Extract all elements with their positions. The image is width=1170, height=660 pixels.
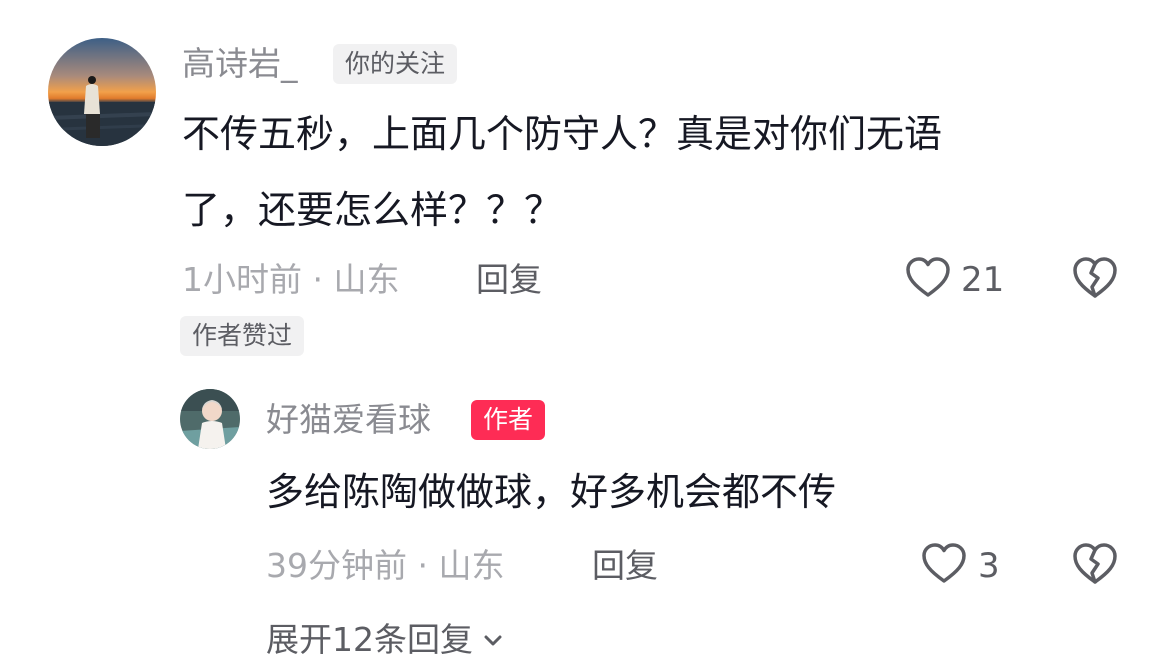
avatar-girl-image xyxy=(180,389,240,449)
heart-outline-icon xyxy=(906,257,950,297)
reply-reply-button[interactable]: 回复 xyxy=(592,546,658,586)
avatar[interactable] xyxy=(48,38,156,146)
comment-username[interactable]: 高诗岩_ xyxy=(182,44,298,84)
comment-text-line-2: 了，还要怎么样？？？ xyxy=(182,188,563,232)
reply-button[interactable]: 回复 xyxy=(476,260,542,300)
reply-dislike-button[interactable] xyxy=(1070,540,1120,588)
avatar-sunset-image xyxy=(48,38,156,146)
author-liked-badge: 作者赞过 xyxy=(180,316,305,356)
reply-text: 多给陈陶做做球，好多机会都不传 xyxy=(266,470,837,514)
reply-like-button[interactable] xyxy=(920,540,968,588)
author-tag: 作者 xyxy=(471,400,546,440)
like-count: 21 xyxy=(961,260,1005,300)
comment-text-line-1: 不传五秒，上面几个防守人？真是对你们无语 xyxy=(182,112,943,156)
like-button[interactable] xyxy=(904,254,952,302)
broken-heart-icon xyxy=(1073,543,1117,584)
reply-meta: 39分钟前 · 山东 xyxy=(266,546,505,585)
heart-outline-icon xyxy=(922,543,966,583)
reply-avatar[interactable] xyxy=(180,389,240,449)
following-tag: 你的关注 xyxy=(333,44,458,84)
chevron-down-icon xyxy=(484,635,502,646)
reply-like-count: 3 xyxy=(978,546,1000,586)
reply-username[interactable]: 好猫爱看球 xyxy=(266,400,431,440)
comment-meta: 1小时前 · 山东 xyxy=(182,260,400,299)
dislike-button[interactable] xyxy=(1070,254,1120,302)
expand-replies-label: 展开12条回复 xyxy=(266,620,473,659)
broken-heart-icon xyxy=(1073,257,1117,298)
expand-replies-button[interactable]: 展开12条回复 xyxy=(266,620,505,660)
